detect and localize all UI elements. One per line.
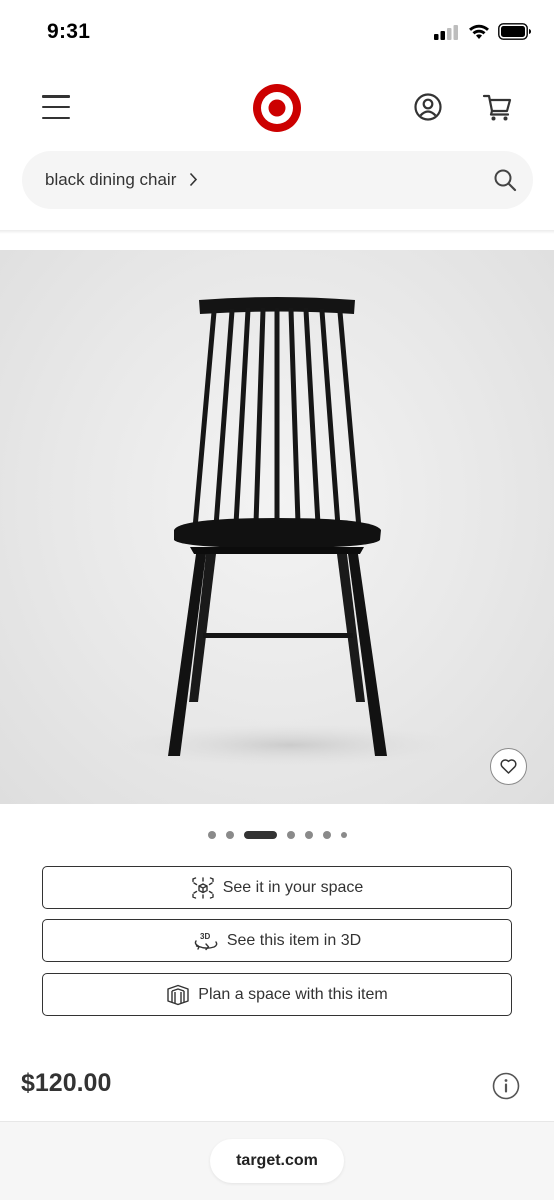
search-query: black dining chair (45, 170, 177, 189)
carousel-indicator (0, 828, 554, 842)
heart-icon (500, 759, 517, 774)
status-bar: 9:31 (0, 0, 554, 64)
rotate-3d-icon: 3D (194, 932, 218, 950)
carousel-dot[interactable] (322, 831, 331, 839)
status-icons (434, 23, 532, 40)
cart-icon[interactable] (482, 92, 514, 122)
carousel-dot[interactable] (207, 831, 216, 839)
target-logo[interactable] (252, 83, 302, 133)
see-in-space-label: See it in your space (222, 878, 364, 896)
chair-illustration (120, 297, 460, 767)
ar-cube-icon (192, 876, 214, 899)
divider (0, 230, 554, 234)
info-icon[interactable] (492, 1072, 520, 1100)
plan-space-label: Plan a space with this item (198, 985, 388, 1003)
battery-icon (498, 23, 531, 40)
see-in-3d-label: See this item in 3D (226, 931, 362, 949)
product-image[interactable] (0, 250, 554, 804)
account-icon[interactable] (413, 92, 443, 122)
carousel-dot[interactable] (340, 832, 347, 838)
url-bar[interactable]: target.com (210, 1139, 344, 1183)
see-in-3d-button[interactable]: 3D See this item in 3D (42, 919, 512, 962)
search-icon[interactable] (493, 168, 517, 192)
wifi-icon (469, 24, 489, 39)
carousel-dot[interactable] (286, 831, 295, 839)
search-bar[interactable]: black dining chair (22, 151, 533, 209)
carousel-dot[interactable] (225, 831, 234, 839)
product-price: $120.00 (21, 1069, 112, 1097)
see-in-space-button[interactable]: See it in your space (42, 866, 512, 909)
carousel-dot-active[interactable] (243, 831, 277, 839)
header (0, 64, 554, 150)
browser-bottom-bar: target.com (0, 1121, 554, 1200)
chevron-right-icon (189, 172, 198, 187)
signal-icon (434, 24, 458, 40)
plan-space-button[interactable]: Plan a space with this item (42, 973, 512, 1016)
room-plan-icon (167, 984, 189, 1005)
carousel-dot[interactable] (304, 831, 313, 839)
favorite-button[interactable] (490, 748, 527, 785)
svg-text:3D: 3D (200, 932, 210, 941)
status-time: 9:31 (47, 20, 91, 43)
menu-icon[interactable] (40, 92, 72, 122)
